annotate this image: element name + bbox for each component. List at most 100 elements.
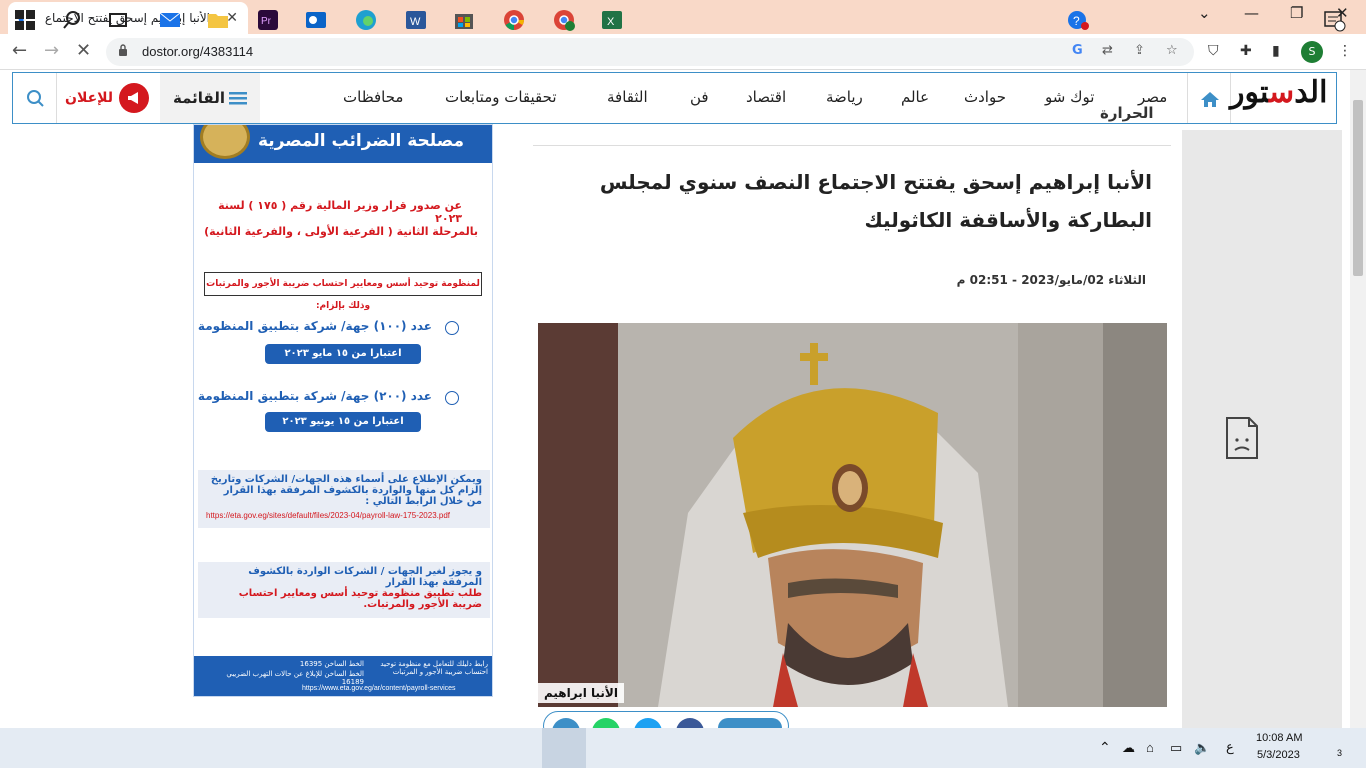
- language-indicator[interactable]: ع: [1226, 739, 1234, 755]
- ad-count-100: عدد (١٠٠) جهة/ شركة بتطبيق المنظومة: [197, 319, 432, 333]
- windows-start-icon[interactable]: [13, 8, 37, 32]
- premiere-icon[interactable]: Pr: [256, 8, 280, 32]
- ad-decree-line: عن صدور قرار وزير المالية رقم ( ١٧٥ ) لس…: [218, 199, 462, 225]
- translate-icon[interactable]: ⇄: [1102, 43, 1113, 58]
- ad-obligation-box: لمنظومة توحيد أسس ومعايير احتساب ضريبة ا…: [204, 272, 482, 311]
- advertise-link[interactable]: للإعلان: [65, 83, 150, 113]
- notification-icon[interactable]: [1322, 8, 1346, 32]
- battery-icon[interactable]: ▭: [1170, 740, 1182, 756]
- ad-info2-red: طلب تطبيق منظومة توحيد أسس ومعايير احتسا…: [238, 588, 482, 610]
- ad-foot-evasion: الخط الساخن للإبلاغ عن حالات التهرب الضر…: [226, 670, 364, 686]
- outlook-icon[interactable]: [304, 8, 328, 32]
- active-app-highlight: [542, 728, 586, 768]
- svg-text:X: X: [607, 16, 615, 28]
- share-icon[interactable]: ⇪: [1134, 43, 1145, 58]
- menu-label: القائمة: [173, 89, 225, 107]
- divider: [533, 145, 1171, 146]
- clock-date[interactable]: 5/3/2023: [1257, 749, 1300, 761]
- nav-talk-show[interactable]: توك شو: [1045, 88, 1094, 106]
- ad-foot-guide: رابط دليلك للتعامل مع منظومة توحيد احتسا…: [380, 660, 488, 676]
- volume-icon[interactable]: 🔈: [1194, 740, 1210, 756]
- tab-strip: ◖ الأنبا إبراهيم إسحق يفتتح الاجتماع الن…: [0, 0, 1366, 34]
- nav-art[interactable]: فن: [690, 88, 709, 106]
- chrome-icon[interactable]: [502, 8, 526, 32]
- site-search-button[interactable]: [13, 73, 57, 123]
- word-icon[interactable]: W: [404, 8, 428, 32]
- network-status-icon[interactable]: ☁: [1122, 740, 1135, 756]
- ethernet-icon[interactable]: ⌂: [1146, 740, 1154, 755]
- mail-icon[interactable]: [158, 8, 182, 32]
- clock-time[interactable]: 10:08 AM: [1256, 732, 1302, 744]
- svg-text:Pr: Pr: [261, 16, 272, 27]
- arrow-circle-icon: [445, 321, 459, 335]
- edge-icon[interactable]: [354, 8, 378, 32]
- lock-icon: [119, 44, 127, 56]
- ad-info-block-2: و يجوز لغير الجهات / الشركات الواردة بال…: [198, 562, 490, 618]
- extensions-puzzle-icon[interactable]: ✚: [1240, 43, 1252, 59]
- restore-button[interactable]: ❐: [1290, 4, 1303, 22]
- nav-culture[interactable]: الثقافة: [607, 88, 648, 106]
- task-view-icon[interactable]: [106, 8, 130, 32]
- megaphone-icon: [119, 83, 150, 113]
- ad-phase-line: بالمرحلة الثانية ( الفرعية الأولى ، والف…: [204, 225, 478, 238]
- nav-investigations[interactable]: تحقيقات ومتابعات: [445, 88, 557, 106]
- ad-count-200: عدد (٢٠٠) جهة/ شركة بتطبيق المنظومة: [197, 389, 432, 403]
- back-button[interactable]: ←: [12, 40, 27, 61]
- side-ad-placeholder: [1182, 130, 1342, 728]
- file-explorer-icon[interactable]: [206, 8, 230, 32]
- nav-accidents[interactable]: حوادث: [964, 88, 1006, 106]
- site-logo[interactable]: الدستور: [1230, 75, 1327, 110]
- article-title: الأنبا إبراهيم إسحق يفتتح الاجتماع النصف…: [599, 170, 1152, 232]
- ad-info-text: ويمكن الإطلاع على أسماء هذه الجهات/ الشر…: [210, 474, 482, 507]
- google-icon[interactable]: G: [1072, 43, 1083, 58]
- notification-count: 3: [1337, 748, 1343, 758]
- article-photo[interactable]: [538, 323, 1167, 707]
- article-date: الثلاثاء 02/مايو/2023 - 02:51 م: [956, 273, 1146, 287]
- search-taskbar-icon[interactable]: [60, 8, 84, 32]
- tab-search-icon[interactable]: ⌄: [1198, 4, 1211, 22]
- store-icon[interactable]: [452, 8, 476, 32]
- nav-world[interactable]: عالم: [901, 88, 929, 106]
- ad-heading: مصلحة الضرائب المصرية: [258, 131, 464, 151]
- svg-text:?: ?: [1073, 14, 1080, 28]
- menu-kebab-icon[interactable]: ⋮: [1338, 43, 1352, 59]
- side-panel-icon[interactable]: ▮: [1272, 43, 1280, 59]
- show-hidden-icons[interactable]: ⌃: [1099, 739, 1111, 756]
- menu-button[interactable]: القائمة: [160, 73, 260, 123]
- stop-loading-button[interactable]: ✕: [76, 40, 91, 61]
- ad-info-block: ويمكن الإطلاع على أسماء هذه الجهات/ الشر…: [198, 470, 490, 528]
- ad-foot-hotline: الخط الساخن 16395: [299, 660, 364, 668]
- photo-caption: الأنبا ابراهيم: [538, 683, 624, 703]
- ad-foot-url[interactable]: https://www.eta.gov.eg/ar/content/payrol…: [302, 685, 456, 692]
- chrome-profile-icon[interactable]: [552, 8, 576, 32]
- ad-pdf-link[interactable]: https://eta.gov.eg/sites/default/files/2…: [206, 511, 482, 520]
- shield-extension-icon[interactable]: ⛉: [1208, 43, 1219, 59]
- svg-text:W: W: [410, 16, 421, 28]
- nav-economy[interactable]: اقتصاد: [746, 88, 786, 106]
- bookmark-star-icon[interactable]: ☆: [1166, 43, 1178, 58]
- home-button[interactable]: [1187, 73, 1231, 123]
- nav-sports[interactable]: رياضة: [826, 88, 863, 106]
- ad-date-june: اعتبارا من ١٥ يونيو ٢٠٢٣: [265, 412, 421, 432]
- ad-date-may: اعتبارا من ١٥ مايو ٢٠٢٣: [265, 344, 421, 364]
- nav-provinces[interactable]: محافظات: [343, 88, 403, 106]
- minimize-button[interactable]: —: [1244, 4, 1259, 22]
- scrollbar-thumb[interactable]: [1353, 100, 1363, 276]
- forward-button[interactable]: →: [44, 40, 59, 61]
- bishop-photo: [538, 323, 1167, 707]
- help-icon[interactable]: ?: [1066, 8, 1090, 32]
- windows-taskbar: [0, 728, 1366, 768]
- address-bar[interactable]: dostor.org/4383114 G ⇄ ⇪ ☆: [106, 38, 1194, 66]
- browser-toolbar: ← → ✕ dostor.org/4383114 G ⇄ ⇪ ☆ ⛉ ✚ ▮ ⋮: [0, 34, 1366, 70]
- profile-avatar[interactable]: S: [1301, 41, 1323, 63]
- advertise-label: للإعلان: [65, 90, 114, 106]
- page-scrollbar[interactable]: [1350, 70, 1366, 728]
- url-text: dostor.org/4383114: [142, 44, 254, 59]
- tax-authority-ad[interactable]: مصلحة الضرائب المصرية عن صدور قرار وزير …: [193, 124, 493, 697]
- excel-icon[interactable]: X: [600, 8, 624, 32]
- broken-image-icon: [1226, 417, 1258, 459]
- seal-icon: [200, 125, 250, 159]
- hamburger-icon: [229, 92, 247, 105]
- section-breadcrumb[interactable]: الحرارة: [1100, 104, 1154, 122]
- home-icon: [1201, 92, 1219, 107]
